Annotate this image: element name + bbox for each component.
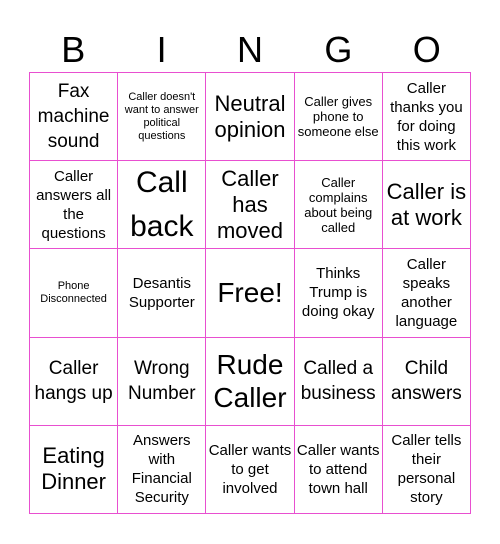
bingo-cell-label: Thinks Trump is doing okay <box>301 265 375 321</box>
bingo-cell[interactable]: Caller wants to get involved <box>206 425 295 514</box>
bingo-cell-label: Eating Dinner <box>41 443 106 495</box>
bingo-cell-label: Desantis Supporter <box>128 274 195 311</box>
bingo-cell-label: Caller has moved <box>216 165 284 243</box>
bingo-cell[interactable]: Caller tells their personal story <box>382 425 471 514</box>
bingo-cell[interactable]: Eating Dinner <box>30 425 119 514</box>
header-letter-b: B <box>61 29 86 70</box>
bingo-cell[interactable]: Caller is at work <box>382 161 471 250</box>
bingo-cell[interactable]: Thinks Trump is doing okay <box>294 249 383 338</box>
bingo-cell-label: Caller speaks another language <box>395 255 458 330</box>
header-letter-o: O <box>412 29 441 70</box>
bingo-cell[interactable]: Caller speaks another language <box>382 249 471 338</box>
bingo-cell-label: Caller thanks you for doing this work <box>390 79 463 154</box>
bingo-cell-label: Caller hangs up <box>34 358 113 405</box>
bingo-header: B I N G O <box>29 28 471 72</box>
bingo-cell-label: Wrong Number <box>128 358 196 405</box>
bingo-cell[interactable]: Call back <box>118 161 207 250</box>
bingo-cell-label: Free! <box>217 277 283 309</box>
bingo-cell[interactable]: Caller doesn't want to answer political … <box>118 73 207 162</box>
bingo-cell[interactable]: Fax machine sound <box>30 73 119 162</box>
bingo-cell[interactable]: Wrong Number <box>118 337 207 426</box>
bingo-cell[interactable]: Caller wants to attend town hall <box>294 425 383 514</box>
bingo-cell-label: Phone Disconnected <box>40 279 107 305</box>
bingo-cell[interactable]: Caller answers all the questions <box>30 161 119 250</box>
bingo-cell-label: Answers with Financial Security <box>131 432 192 507</box>
bingo-cell-label: Caller answers all the questions <box>36 167 112 242</box>
bingo-cell[interactable]: Desantis Supporter <box>118 249 207 338</box>
bingo-cell-label: Caller complains about being called <box>304 174 373 235</box>
bingo-cell-free[interactable]: Free! <box>206 249 295 338</box>
bingo-cell-label: Caller doesn't want to answer political … <box>124 90 199 142</box>
bingo-cell[interactable]: Caller complains about being called <box>294 161 383 250</box>
bingo-cell-label: Rude Caller <box>213 349 287 414</box>
bingo-cell-label: Caller wants to attend town hall <box>296 441 380 497</box>
header-letter-n: N <box>236 29 263 70</box>
bingo-cell[interactable]: Caller gives phone to someone else <box>294 73 383 162</box>
bingo-cell[interactable]: Caller has moved <box>206 161 295 250</box>
bingo-cell[interactable]: Called a business <box>294 337 383 426</box>
bingo-board: Fax machine sound Caller doesn't want to … <box>29 72 471 514</box>
bingo-cell[interactable]: Rude Caller <box>206 337 295 426</box>
bingo-cell-label: Fax machine sound <box>37 81 110 153</box>
bingo-cell[interactable]: Phone Disconnected <box>30 249 119 338</box>
bingo-cell[interactable]: Answers with Financial Security <box>118 425 207 514</box>
bingo-cell-label: Called a business <box>300 358 376 405</box>
header-letter-g: G <box>324 29 353 70</box>
bingo-cell-label: Child answers <box>391 358 462 405</box>
bingo-cell[interactable]: Caller thanks you for doing this work <box>382 73 471 162</box>
bingo-cell[interactable]: Child answers <box>382 337 471 426</box>
bingo-cell-label: Call back <box>130 165 194 243</box>
bingo-cell-label: Caller gives phone to someone else <box>297 94 379 140</box>
bingo-cell-label: Caller wants to get involved <box>208 441 292 497</box>
bingo-cell[interactable]: Caller hangs up <box>30 337 119 426</box>
bingo-cell-label: Neutral opinion <box>214 90 286 142</box>
header-letter-i: I <box>156 29 167 70</box>
bingo-cell-label: Caller tells their personal story <box>391 432 462 507</box>
bingo-cell[interactable]: Neutral opinion <box>206 73 295 162</box>
bingo-cell-label: Caller is at work <box>386 178 467 230</box>
